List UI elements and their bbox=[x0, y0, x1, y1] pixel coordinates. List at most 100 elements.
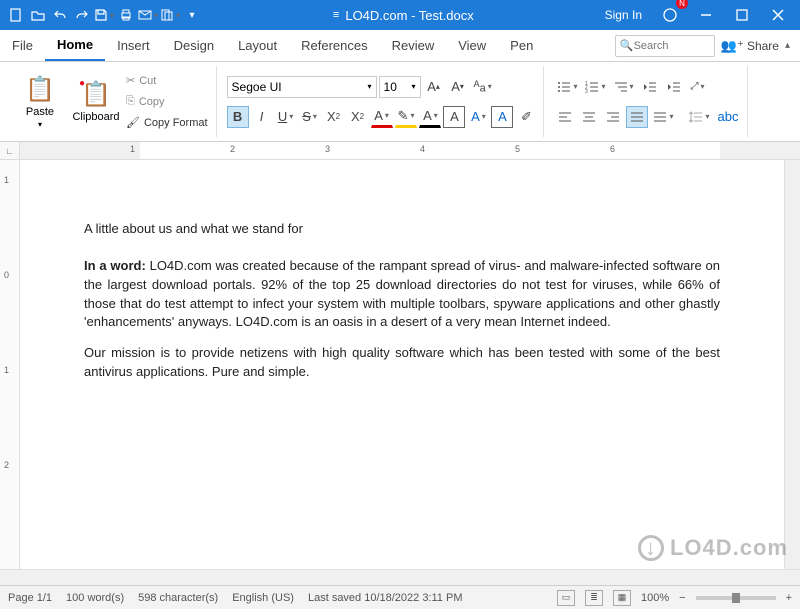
increase-indent-button[interactable] bbox=[663, 76, 685, 98]
document-area[interactable]: A little about us and what we stand for … bbox=[20, 160, 784, 569]
decrease-indent-button[interactable] bbox=[639, 76, 661, 98]
scrollbar-horizontal[interactable] bbox=[0, 569, 800, 585]
view-outline-icon[interactable]: ≣ bbox=[585, 590, 603, 606]
multilevel-list-button[interactable] bbox=[611, 76, 637, 98]
zoom-level[interactable]: 100% bbox=[641, 592, 669, 604]
save-icon[interactable] bbox=[94, 5, 114, 25]
redo-icon[interactable] bbox=[72, 5, 92, 25]
font-size-select[interactable]: 10▾ bbox=[379, 76, 421, 98]
status-chars[interactable]: 598 character(s) bbox=[138, 592, 218, 604]
zoom-in-button[interactable]: + bbox=[786, 592, 792, 604]
superscript-button[interactable]: X2 bbox=[347, 106, 369, 128]
italic-button[interactable]: I bbox=[251, 106, 273, 128]
ribbon: 📋 Paste ▾ 📋● Clipboard ✂Cut ⎘Copy 🖌Copy … bbox=[0, 62, 800, 142]
paste-label: Paste bbox=[26, 106, 54, 118]
tab-references[interactable]: References bbox=[289, 30, 379, 61]
paste-button[interactable]: 📋 Paste ▾ bbox=[12, 66, 68, 137]
maximize-button[interactable] bbox=[728, 1, 756, 29]
align-right-button[interactable] bbox=[602, 106, 624, 128]
search-input[interactable] bbox=[634, 40, 704, 52]
subscript-button[interactable]: X2 bbox=[323, 106, 345, 128]
strikethrough-button[interactable]: S bbox=[299, 106, 321, 128]
open-icon[interactable] bbox=[28, 5, 48, 25]
align-justify-button[interactable] bbox=[626, 106, 648, 128]
sign-in-button[interactable]: Sign In bbox=[599, 8, 648, 22]
share-button[interactable]: 👥⁺ Share bbox=[721, 38, 779, 54]
show-marks-button[interactable]: abc bbox=[715, 106, 742, 128]
tab-layout[interactable]: Layout bbox=[226, 30, 289, 61]
doc-subtitle[interactable]: A little about us and what we stand for bbox=[84, 220, 720, 239]
new-doc-icon[interactable] bbox=[6, 5, 26, 25]
notification-badge: N bbox=[676, 0, 688, 9]
grow-font-button[interactable]: A▴ bbox=[423, 76, 445, 98]
clear-formatting-button[interactable]: ✐ bbox=[515, 106, 537, 128]
status-lang[interactable]: English (US) bbox=[232, 592, 294, 604]
font-color-button[interactable]: A bbox=[371, 106, 393, 128]
tab-review[interactable]: Review bbox=[380, 30, 447, 61]
notification-icon[interactable]: N bbox=[656, 1, 684, 29]
tab-design[interactable]: Design bbox=[162, 30, 226, 61]
export-icon[interactable] bbox=[160, 5, 180, 25]
align-distributed-button[interactable] bbox=[650, 106, 676, 128]
cut-button[interactable]: ✂Cut bbox=[124, 71, 210, 91]
collapse-ribbon-icon[interactable]: ▴ bbox=[785, 40, 790, 51]
copy-format-button[interactable]: 🖌Copy Format bbox=[124, 113, 210, 133]
ruler-corner: ∟ bbox=[0, 142, 20, 159]
status-words[interactable]: 100 word(s) bbox=[66, 592, 124, 604]
highlight-button[interactable]: ✎ bbox=[395, 106, 418, 128]
svg-text:3: 3 bbox=[585, 89, 588, 94]
ruler-vertical[interactable]: 1 0 1 2 bbox=[0, 160, 20, 569]
qat-more-icon[interactable]: ▾ bbox=[182, 5, 202, 25]
paste-icon: 📋 bbox=[25, 75, 55, 104]
zoom-slider[interactable] bbox=[696, 596, 776, 600]
view-web-icon[interactable]: ▦ bbox=[613, 590, 631, 606]
tab-file[interactable]: File bbox=[0, 30, 45, 61]
font-family-select[interactable]: Segoe UI▾ bbox=[227, 76, 377, 98]
clipboard-label: Clipboard bbox=[72, 111, 119, 123]
tab-home[interactable]: Home bbox=[45, 30, 105, 61]
underline-button[interactable]: U bbox=[275, 106, 297, 128]
text-effects-button[interactable]: A bbox=[467, 106, 489, 128]
tab-pen[interactable]: Pen bbox=[498, 30, 545, 61]
undo-icon[interactable] bbox=[50, 5, 70, 25]
doc-paragraph-1[interactable]: In a word: LO4D.com was created because … bbox=[84, 257, 720, 332]
doc-paragraph-2[interactable]: Our mission is to provide netizens with … bbox=[84, 344, 720, 382]
minimize-button[interactable] bbox=[692, 1, 720, 29]
print-icon[interactable] bbox=[116, 5, 136, 25]
font-box-button[interactable]: A bbox=[491, 106, 513, 128]
page[interactable]: A little about us and what we stand for … bbox=[72, 180, 732, 406]
clipboard-button[interactable]: 📋● Clipboard bbox=[68, 66, 124, 137]
shrink-font-button[interactable]: A▾ bbox=[447, 76, 469, 98]
ruler-mark: 6 bbox=[610, 144, 615, 154]
char-border-button[interactable]: A bbox=[443, 106, 465, 128]
scrollbar-vertical[interactable] bbox=[784, 160, 800, 569]
bold-button[interactable]: B bbox=[227, 106, 249, 128]
shading-button[interactable]: A bbox=[419, 106, 441, 128]
ruler-mark: 2 bbox=[4, 460, 9, 470]
quick-access-toolbar: ▾ bbox=[0, 5, 208, 25]
mail-icon[interactable] bbox=[138, 5, 158, 25]
cut-icon: ✂ bbox=[126, 74, 135, 87]
ruler-mark: 1 bbox=[130, 144, 135, 154]
align-center-button[interactable] bbox=[578, 106, 600, 128]
bullets-button[interactable] bbox=[554, 76, 580, 98]
title-text: LO4D.com - Test.docx bbox=[345, 8, 473, 23]
tab-insert[interactable]: Insert bbox=[105, 30, 162, 61]
search-box[interactable]: 🔍 bbox=[615, 35, 715, 57]
expand-ribbon-button[interactable]: ⤢ bbox=[687, 76, 709, 98]
numbering-button[interactable]: 123 bbox=[582, 76, 608, 98]
clipboard-icon: 📋● bbox=[81, 80, 111, 109]
ruler-horizontal[interactable]: ∟ 1 2 3 4 5 6 bbox=[0, 142, 800, 160]
titlebar: ▾ ≡ LO4D.com - Test.docx Sign In N bbox=[0, 0, 800, 30]
share-icon: 👥⁺ bbox=[721, 38, 744, 54]
view-print-icon[interactable]: ▭ bbox=[557, 590, 575, 606]
line-spacing-button[interactable] bbox=[686, 106, 712, 128]
align-left-button[interactable] bbox=[554, 106, 576, 128]
status-page[interactable]: Page 1/1 bbox=[8, 592, 52, 604]
zoom-out-button[interactable]: − bbox=[679, 592, 685, 604]
tab-view[interactable]: View bbox=[446, 30, 498, 61]
close-button[interactable] bbox=[764, 1, 792, 29]
copy-button[interactable]: ⎘Copy bbox=[124, 92, 210, 112]
search-icon: 🔍 bbox=[620, 39, 634, 52]
change-case-button[interactable]: Aa bbox=[471, 76, 495, 98]
